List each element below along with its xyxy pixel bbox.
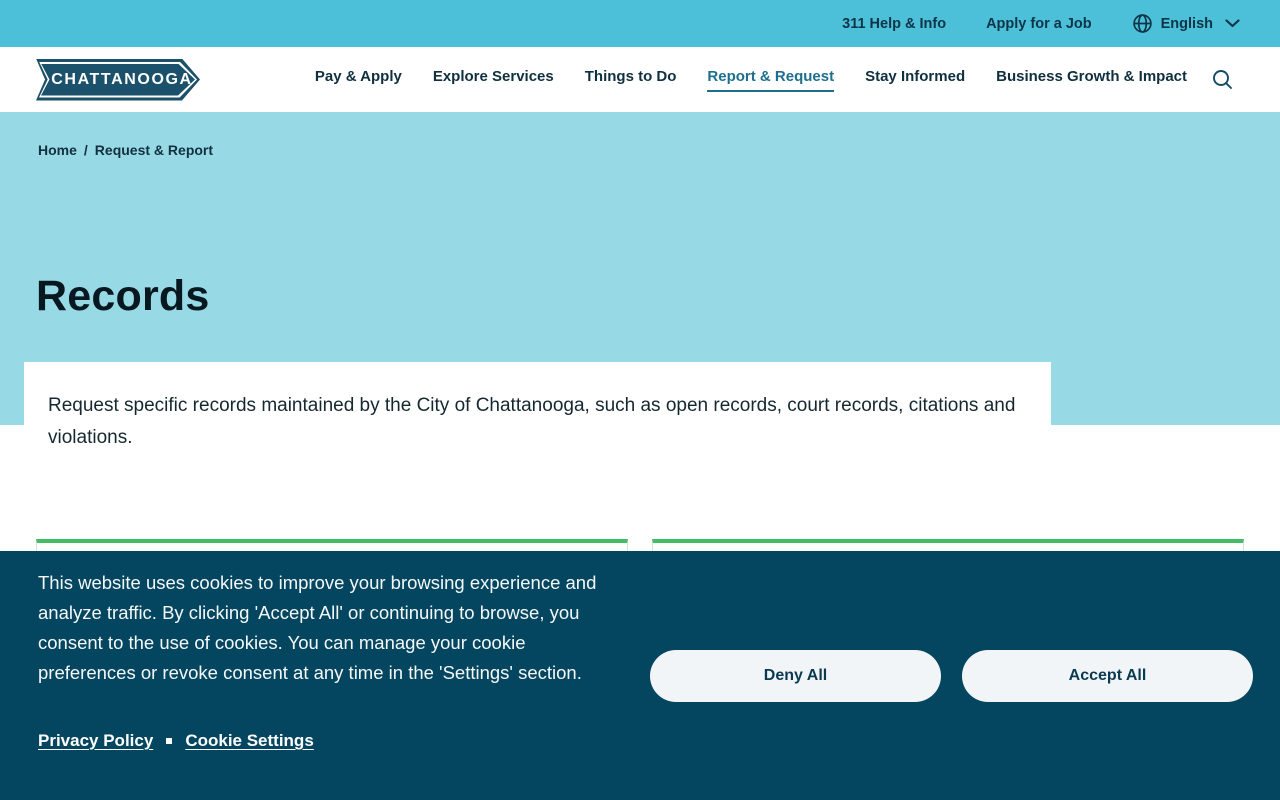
site-header: CHATTANOOGA Pay & Apply Explore Services… <box>0 47 1280 112</box>
accept-all-button[interactable]: Accept All <box>962 650 1253 702</box>
nav-explore-services[interactable]: Explore Services <box>433 68 554 92</box>
breadcrumb-current: Request & Report <box>94 142 214 158</box>
nav-report-request[interactable]: Report & Request <box>707 68 835 92</box>
topbar-link-311-help[interactable]: 311 Help & Info <box>842 16 946 32</box>
cookie-message: This website uses cookies to improve you… <box>38 572 597 683</box>
nav-things-to-do[interactable]: Things to Do <box>585 68 677 92</box>
language-label: English <box>1160 15 1213 32</box>
nav-pay-apply[interactable]: Pay & Apply <box>315 68 402 92</box>
nav-business-growth[interactable]: Business Growth & Impact <box>996 68 1187 92</box>
page-title: Records <box>36 272 210 320</box>
logo-text: CHATTANOOGA <box>51 70 193 88</box>
breadcrumb-home-link[interactable]: Home <box>38 142 77 158</box>
nav-stay-informed[interactable]: Stay Informed <box>865 68 965 92</box>
primary-nav: Pay & Apply Explore Services Things to D… <box>315 68 1187 92</box>
deny-all-button[interactable]: Deny All <box>650 650 941 702</box>
language-selector[interactable]: English <box>1132 13 1240 34</box>
cookie-settings-link[interactable]: Cookie Settings <box>185 731 313 751</box>
logo-badge-inner: CHATTANOOGA <box>41 63 195 96</box>
chevron-down-icon <box>1225 19 1240 28</box>
chattanooga-logo[interactable]: CHATTANOOGA <box>36 58 200 101</box>
utility-topbar: 311 Help & Info Apply for a Job English <box>0 0 1280 47</box>
intro-card: Request specific records maintained by t… <box>24 362 1051 492</box>
privacy-policy-link[interactable]: Privacy Policy <box>38 731 153 751</box>
search-icon[interactable] <box>1211 68 1234 91</box>
globe-icon <box>1132 13 1153 34</box>
cookie-consent-banner: This website uses cookies to improve you… <box>0 551 1280 800</box>
intro-text: Request specific records maintained by t… <box>48 395 1016 448</box>
cookie-links-row: Privacy Policy Cookie Settings <box>38 731 314 751</box>
square-bullet-separator <box>166 738 173 744</box>
breadcrumb: Home / Request & Report <box>38 142 213 158</box>
breadcrumb-separator: / <box>83 142 88 158</box>
topbar-link-apply-job[interactable]: Apply for a Job <box>986 16 1092 32</box>
